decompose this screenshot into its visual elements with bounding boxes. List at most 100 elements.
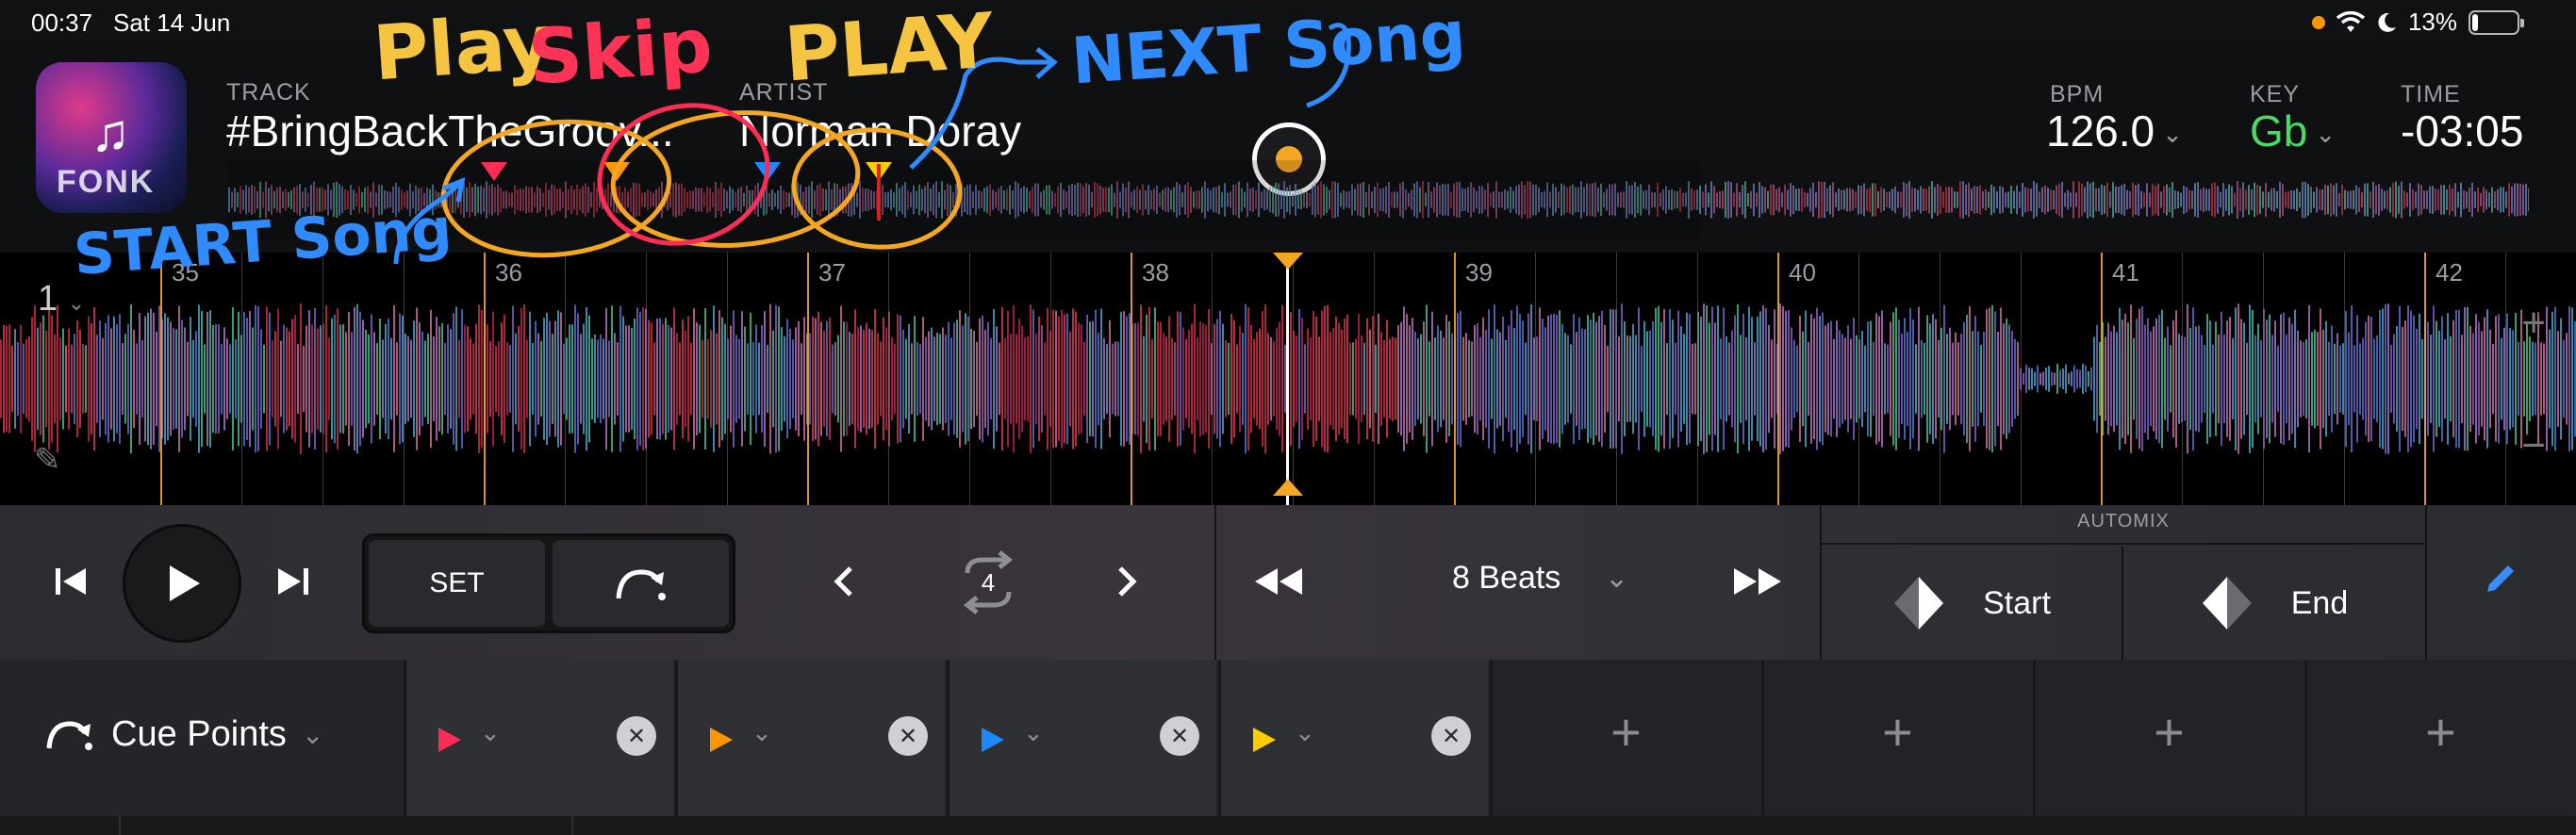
- loop-length: 4: [981, 567, 996, 597]
- rewind-beats-button[interactable]: [1247, 558, 1309, 605]
- bar-line: [807, 253, 809, 505]
- chevron-down-icon: ⌄: [2162, 120, 2183, 149]
- key-value: Gb: [2250, 106, 2308, 156]
- play-button[interactable]: [123, 524, 241, 643]
- bar-number: 42: [2436, 258, 2463, 287]
- rewind-icon: [1255, 568, 1302, 595]
- artwork-text: FONK: [57, 164, 156, 200]
- chevron-left-icon: [834, 566, 852, 597]
- key-label: KEY: [2250, 81, 2301, 107]
- forward-beats-button[interactable]: [1727, 558, 1790, 605]
- skip-forward-icon: [278, 568, 308, 595]
- cue-points-row: Cue Points ⌄ ⌄ ✕ ⌄ ✕ ⌄ ✕ ⌄ ✕ + + + +: [0, 660, 2576, 816]
- time-label: TIME: [2401, 81, 2461, 107]
- cue-points-selector[interactable]: Cue Points ⌄: [43, 714, 323, 755]
- set-cue-button[interactable]: SET: [369, 540, 545, 627]
- bar-line: [1454, 253, 1456, 505]
- automix-end-button[interactable]: End: [2123, 547, 2425, 660]
- transport-controls: SET 4 8 Beats ⌄ AUTOMIX Start End: [0, 505, 2576, 660]
- zoom-in-icon[interactable]: +: [2521, 300, 2546, 347]
- delete-cue-button[interactable]: ✕: [617, 716, 656, 756]
- edit-button[interactable]: [2480, 558, 2521, 604]
- artist-name: Norman Doray: [739, 106, 1022, 156]
- fast-forward-icon: [1734, 568, 1781, 595]
- bpm-selector[interactable]: 126.0 ⌄: [2046, 106, 2183, 156]
- automix-start-label: Start: [1983, 584, 2051, 621]
- diamond-half-icon: [1894, 577, 1944, 630]
- cue-slot-3[interactable]: ⌄ ✕: [947, 660, 1216, 816]
- track-title: #BringBackTheGroov...: [226, 106, 674, 156]
- playhead-bottom-marker: [1273, 479, 1303, 496]
- bar-line: [1777, 253, 1779, 505]
- add-cue-slot[interactable]: +: [1761, 660, 2031, 816]
- cue-slot-2[interactable]: ⌄ ✕: [675, 660, 945, 816]
- add-cue-slot[interactable]: +: [1490, 660, 1759, 816]
- bar-number: 38: [1142, 258, 1169, 287]
- deck-number[interactable]: 1 ⌄: [38, 279, 85, 319]
- automix-start-button[interactable]: Start: [1822, 547, 2122, 660]
- automix-end-label: End: [2290, 584, 2349, 621]
- status-time: 00:37: [31, 8, 93, 37]
- zoom-out-icon[interactable]: −: [2521, 422, 2546, 469]
- bar-line: [2101, 253, 2103, 505]
- bar-line: [484, 253, 486, 505]
- beat-jump-value: 8 Beats: [1452, 560, 1561, 596]
- main-waveform[interactable]: 35 36 37 38 39 40 41 42 1 ⌄ ✎ + −: [0, 253, 2576, 505]
- playhead-top-marker: [1273, 253, 1303, 270]
- delete-cue-button[interactable]: ✕: [1431, 716, 1471, 756]
- status-date: Sat 14 Jun: [113, 8, 231, 37]
- status-bar: 00:37 Sat 14 Jun 13%: [0, 0, 2576, 45]
- next-track-button[interactable]: [270, 558, 317, 605]
- track-header: ♫ FONK TRACK #BringBackTheGroov... ARTIS…: [0, 45, 2576, 253]
- plus-icon: +: [2425, 702, 2456, 761]
- loop-double-button[interactable]: [1103, 558, 1150, 605]
- cue-play-icon: [1253, 728, 1276, 752]
- track-label: TRACK: [226, 79, 311, 106]
- chevron-down-icon: ⌄: [751, 718, 772, 746]
- overview-playhead: [877, 164, 881, 221]
- delete-cue-button[interactable]: ✕: [1160, 716, 1199, 756]
- track-artwork[interactable]: ♫ FONK: [36, 62, 187, 213]
- chevron-down-icon: ⌄: [1023, 718, 1044, 746]
- wifi-icon: [2336, 10, 2365, 32]
- bar-line: [160, 253, 162, 505]
- cue-play-icon: [438, 728, 461, 752]
- cue-jump-button[interactable]: [553, 540, 729, 627]
- plus-icon: +: [2154, 702, 2185, 761]
- delete-cue-button[interactable]: ✕: [888, 716, 928, 756]
- chevron-down-icon: ⌄: [480, 718, 501, 746]
- cue-play-icon: [982, 728, 1004, 752]
- automix-label: AUTOMIX: [2077, 511, 2170, 532]
- chevron-down-icon: ⌄: [2315, 120, 2337, 149]
- bpm-label: BPM: [2050, 81, 2105, 107]
- add-cue-slot[interactable]: +: [2033, 660, 2303, 816]
- cue-arrow-icon: [46, 720, 92, 750]
- loop-button[interactable]: 4: [943, 537, 1033, 628]
- track-overview-waveform[interactable]: [228, 160, 2529, 239]
- bar-line: [2424, 253, 2426, 505]
- chevron-down-icon: ⌄: [1605, 563, 1629, 594]
- loop-halve-button[interactable]: [820, 558, 867, 605]
- bar-number: 36: [495, 258, 522, 287]
- cue-slot-1[interactable]: ⌄ ✕: [404, 660, 673, 816]
- bar-number: 37: [818, 258, 846, 287]
- cue-points-title: Cue Points: [111, 714, 287, 754]
- add-cue-slot[interactable]: +: [2304, 660, 2574, 816]
- key-selector[interactable]: Gb ⌄: [2250, 106, 2336, 156]
- bottom-strip: [0, 816, 2576, 835]
- time-remaining[interactable]: -03:05: [2401, 106, 2523, 156]
- previous-track-button[interactable]: [47, 558, 94, 605]
- pencil-icon: [2487, 565, 2514, 592]
- battery-icon: [2469, 9, 2524, 35]
- bar-line: [1131, 253, 1132, 505]
- cue-arrow-icon: [616, 569, 666, 600]
- cue-play-icon: [710, 728, 733, 752]
- cue-slot-4[interactable]: ⌄ ✕: [1218, 660, 1488, 816]
- chevron-down-icon: ⌄: [1295, 718, 1315, 746]
- music-note-icon: ♫: [91, 103, 130, 162]
- recording-indicator-icon: [2311, 15, 2325, 29]
- bar-number: 40: [1789, 258, 1816, 287]
- pencil-icon[interactable]: ✎: [34, 441, 61, 479]
- play-icon: [170, 565, 200, 601]
- plus-icon: +: [1610, 702, 1642, 761]
